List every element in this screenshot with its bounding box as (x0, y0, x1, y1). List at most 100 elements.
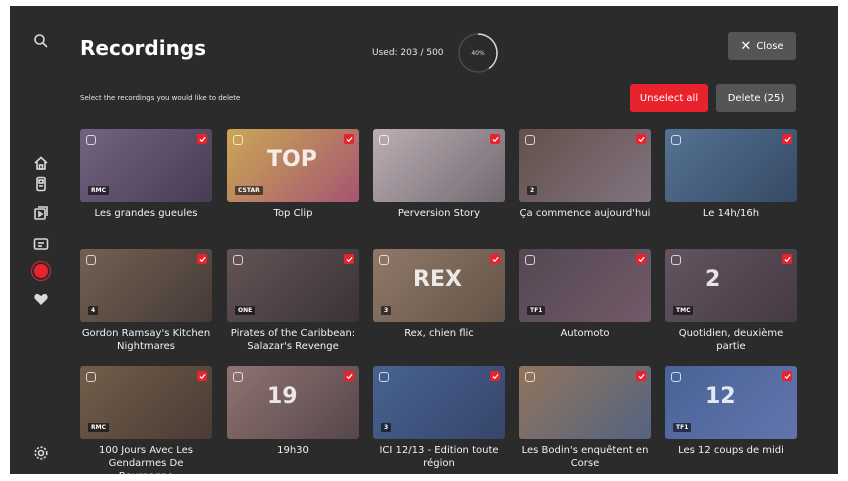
selected-checkbox-icon[interactable] (490, 371, 500, 381)
delete-button[interactable]: Delete (25) (716, 84, 796, 112)
settings-icon[interactable] (30, 442, 52, 464)
channel-logo: TF1 (673, 423, 692, 432)
recording-type-icon (379, 372, 389, 382)
selection-hint: Select the recordings you would like to … (80, 94, 241, 102)
recording-title: Rex, chien flic (404, 328, 474, 339)
selected-checkbox-icon[interactable] (782, 371, 792, 381)
recording-card[interactable]: ONE Pirates of the Caribbean: Salazar's R… (227, 249, 359, 353)
side-navigation (10, 6, 72, 474)
close-button[interactable]: ✕ Close (728, 32, 796, 60)
unselect-all-button[interactable]: Unselect all (630, 84, 708, 112)
recording-thumbnail: 4 (80, 249, 212, 322)
thumbnail-overlay (665, 129, 797, 202)
recording-thumbnail: 3 (373, 366, 505, 439)
recording-card[interactable]: REX 3 Rex, chien flic (373, 249, 505, 340)
favorites-icon[interactable] (30, 288, 52, 310)
thumbnail-artwork-text: 2 (705, 267, 721, 292)
remote-icon[interactable] (30, 173, 52, 195)
selected-checkbox-icon[interactable] (197, 134, 207, 144)
recording-card[interactable]: TF1 Automoto (519, 249, 651, 340)
recording-card[interactable]: 12 TF1 Les 12 coups de midi (665, 366, 797, 457)
recording-thumbnail: ONE (227, 249, 359, 322)
selected-checkbox-icon[interactable] (636, 371, 646, 381)
selected-checkbox-icon[interactable] (490, 134, 500, 144)
channel-logo: 3 (381, 306, 392, 315)
recording-card[interactable]: Le 14h/16h (665, 129, 797, 220)
recording-thumbnail: TF1 (519, 249, 651, 322)
recording-thumbnail: REX 3 (373, 249, 505, 322)
recording-card[interactable]: RMC 100 Jours Avec Les Gendarmes De Bourg… (80, 366, 212, 474)
recording-card[interactable]: 19 19h30 (227, 366, 359, 457)
replay-icon[interactable] (30, 202, 52, 224)
recording-thumbnail: RMC (80, 366, 212, 439)
tv-guide-icon[interactable] (30, 233, 52, 255)
selected-checkbox-icon[interactable] (782, 134, 792, 144)
close-button-label: Close (756, 40, 784, 52)
selected-checkbox-icon[interactable] (490, 254, 500, 264)
recording-thumbnail (519, 366, 651, 439)
selected-checkbox-icon[interactable] (344, 134, 354, 144)
selected-checkbox-icon[interactable] (636, 254, 646, 264)
recording-thumbnail: 19 (227, 366, 359, 439)
recording-card[interactable]: 4 Gordon Ramsay's Kitchen Nightmares (80, 249, 212, 353)
selected-checkbox-icon[interactable] (344, 371, 354, 381)
thumbnail-artwork-text: REX (413, 267, 462, 292)
recording-thumbnail: RMC (80, 129, 212, 202)
selected-checkbox-icon[interactable] (344, 254, 354, 264)
storage-gauge-label: 40% (471, 49, 485, 57)
recording-title: 100 Jours Avec Les Gendarmes De Bourgogn… (99, 445, 193, 474)
channel-logo: CSTAR (235, 186, 263, 195)
channel-logo: 3 (381, 423, 392, 432)
thumbnail-artwork-text: 12 (705, 384, 736, 409)
recording-type-icon (525, 372, 535, 382)
recording-card[interactable]: Les Bodin's enquêtent en Corse (519, 366, 651, 470)
record-icon[interactable] (30, 260, 52, 282)
thumbnail-overlay (519, 366, 651, 439)
recording-type-icon (233, 372, 243, 382)
page-title: Recordings (80, 36, 207, 60)
recording-thumbnail (373, 129, 505, 202)
recording-thumbnail (665, 129, 797, 202)
home-icon[interactable] (30, 152, 52, 174)
channel-logo: TMC (673, 306, 694, 315)
storage-used-text: Used: 203 / 500 (372, 48, 444, 58)
recording-card[interactable]: RMC Les grandes gueules (80, 129, 212, 220)
recording-card[interactable]: 3 ICI 12/13 - Edition toute région (373, 366, 505, 470)
recording-type-icon (379, 135, 389, 145)
storage-gauge: 40% (457, 32, 499, 74)
recording-type-icon (379, 255, 389, 265)
channel-logo: TF1 (527, 306, 546, 315)
record-active-indicator (34, 264, 48, 278)
recording-thumbnail: TOP CSTAR (227, 129, 359, 202)
selected-checkbox-icon[interactable] (197, 254, 207, 264)
channel-logo: ONE (235, 306, 256, 315)
thumbnail-overlay (373, 129, 505, 202)
recording-type-icon (671, 135, 681, 145)
recording-title: Le 14h/16h (702, 208, 760, 219)
recording-title: Les Bodin's enquêtent en Corse (521, 445, 649, 469)
recording-title: Top Clip (273, 208, 313, 219)
recording-thumbnail: 2 (519, 129, 651, 202)
selected-checkbox-icon[interactable] (636, 134, 646, 144)
recording-type-icon (525, 135, 535, 145)
recording-card[interactable]: Perversion Story (373, 129, 505, 220)
selected-checkbox-icon[interactable] (197, 371, 207, 381)
recording-type-icon (671, 255, 681, 265)
channel-logo: 2 (527, 186, 538, 195)
recording-card[interactable]: 2 TMC Quotidien, deuxième partie (665, 249, 797, 353)
recording-card[interactable]: 2 Ça commence aujourd'hui (519, 129, 651, 220)
recording-type-icon (86, 135, 96, 145)
recording-type-icon (86, 372, 96, 382)
recording-title: Les grandes gueules (94, 208, 198, 219)
recording-title: Quotidien, deuxième partie (678, 328, 784, 352)
thumbnail-overlay (373, 366, 505, 439)
search-icon[interactable] (30, 30, 52, 52)
recording-title: Perversion Story (397, 208, 481, 219)
recording-card[interactable]: TOP CSTAR Top Clip (227, 129, 359, 220)
channel-logo: RMC (88, 423, 109, 432)
close-icon: ✕ (740, 38, 752, 54)
recording-type-icon (671, 372, 681, 382)
thumbnail-overlay (519, 129, 651, 202)
selected-checkbox-icon[interactable] (782, 254, 792, 264)
recording-type-icon (233, 135, 243, 145)
